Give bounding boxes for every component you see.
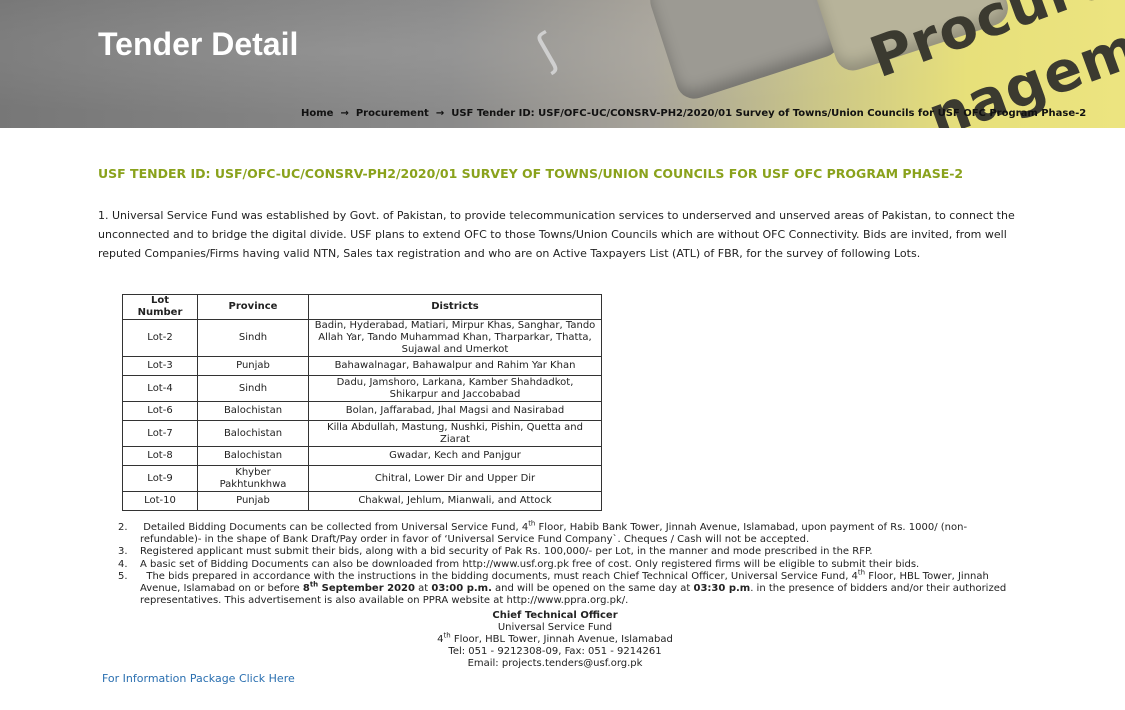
province-cell: Balochistan bbox=[197, 420, 309, 447]
information-package-link[interactable]: For Information Package Click Here bbox=[102, 672, 295, 685]
lots-table: Lot Number Province Districts Lot-2 Sind… bbox=[122, 294, 602, 511]
signature-address: 4th Floor, HBL Tower, Jinnah Avenue, Isl… bbox=[400, 631, 710, 646]
point-text: Registered applicant must submit their b… bbox=[140, 546, 873, 558]
point-text-part: and will be opened on the same day at bbox=[491, 583, 694, 595]
breadcrumb-arrow-icon: → bbox=[435, 108, 445, 119]
province-cell: Balochistan bbox=[197, 401, 309, 421]
point-4: 4. A basic set of Bidding Documents can … bbox=[118, 559, 1012, 571]
districts-cell: Bolan, Jaffarabad, Jhal Magsi and Nasira… bbox=[308, 401, 602, 421]
province-cell: Punjab bbox=[197, 356, 309, 376]
address-part: Floor, HBL Tower, Jinnah Avenue, Islamab… bbox=[450, 634, 673, 645]
lot-cell: Lot-4 bbox=[122, 375, 198, 402]
hero-banner: ʃ Procureme nagem Tender Detail Home → Pro… bbox=[0, 0, 1125, 128]
table-row: Lot-6 Balochistan Bolan, Jaffarabad, Jha… bbox=[122, 401, 602, 421]
table-row: Lot-10 Punjab Chakwal, Jehlum, Mianwali,… bbox=[122, 491, 602, 511]
point-text-part: at bbox=[414, 583, 432, 595]
point-text: Detailed Bidding Documents can be collec… bbox=[140, 520, 1012, 546]
header-lot-number: Lot Number bbox=[122, 294, 198, 320]
table-row: Lot-3 Punjab Bahawalnagar, Bahawalpur an… bbox=[122, 356, 602, 376]
point-text-part: Detailed Bidding Documents can be collec… bbox=[143, 522, 529, 533]
districts-cell: Dadu, Jamshoro, Larkana, Kamber Shahdadk… bbox=[308, 375, 602, 402]
superscript: th bbox=[443, 631, 451, 640]
signature-title: Chief Technical Officer bbox=[492, 610, 618, 621]
table-row: Lot-8 Balochistan Gwadar, Kech and Panjg… bbox=[122, 446, 602, 466]
tender-points: 2. Detailed Bidding Documents can be col… bbox=[118, 520, 1012, 608]
point-2: 2. Detailed Bidding Documents can be col… bbox=[118, 520, 1012, 546]
point-number: 3. bbox=[118, 546, 128, 558]
point-number: 2. bbox=[118, 522, 128, 533]
districts-cell: Killa Abdullah, Mastung, Nushki, Pishin,… bbox=[308, 420, 602, 447]
page-title: Tender Detail bbox=[98, 26, 299, 62]
lot-cell: Lot-6 bbox=[122, 401, 198, 421]
table-row: Lot-2 Sindh Badin, Hyderabad, Matiari, M… bbox=[122, 319, 602, 357]
opening-time: 03:30 p.m bbox=[693, 583, 751, 595]
superscript: th bbox=[309, 580, 319, 589]
tender-heading: USF TENDER ID: USF/OFC-UC/CONSRV-PH2/202… bbox=[98, 166, 964, 181]
province-cell: Sindh bbox=[197, 319, 309, 357]
signature-phone: Tel: 051 - 9212308-09, Fax: 051 - 921426… bbox=[448, 646, 662, 657]
breadcrumb-home-link[interactable]: Home bbox=[301, 108, 333, 119]
table-header-row: Lot Number Province Districts bbox=[122, 294, 602, 320]
point-3: 3. Registered applicant must submit thei… bbox=[118, 546, 1012, 558]
breadcrumb-current: USF Tender ID: USF/OFC-UC/CONSRV-PH2/202… bbox=[451, 108, 1087, 119]
tender-intro: 1. Universal Service Fund was establishe… bbox=[98, 209, 1015, 260]
lot-cell: Lot-2 bbox=[122, 319, 198, 357]
table-row: Lot-4 Sindh Dadu, Jamshoro, Larkana, Kam… bbox=[122, 375, 602, 402]
header-province: Province bbox=[197, 294, 309, 320]
province-cell: Balochistan bbox=[197, 446, 309, 466]
point-text: The bids prepared in accordance with the… bbox=[140, 569, 1012, 608]
point-5: 5. The bids prepared in accordance with … bbox=[118, 569, 1012, 608]
breadcrumb: Home → Procurement → USF Tender ID: USF/OFC-… bbox=[301, 108, 1086, 119]
lot-cell: Lot-3 bbox=[122, 356, 198, 376]
signature-block: Chief Technical Officer Universal Servic… bbox=[400, 610, 710, 670]
deadline-time: 03:00 p.m. bbox=[431, 583, 492, 595]
date-month-year: September 2020 bbox=[318, 583, 415, 595]
districts-cell: Chakwal, Jehlum, Mianwali, and Attock bbox=[308, 491, 602, 511]
signature-email: Email: projects.tenders@usf.org.pk bbox=[467, 658, 643, 669]
point-text-part: The bids prepared in accordance with the… bbox=[146, 570, 858, 582]
districts-cell: Badin, Hyderabad, Matiari, Mirpur Khas, … bbox=[308, 319, 602, 357]
table-row: Lot-9 Khyber Pakhtunkhwa Chitral, Lower … bbox=[122, 465, 602, 492]
districts-cell: Chitral, Lower Dir and Upper Dir bbox=[308, 465, 602, 492]
lot-cell: Lot-10 bbox=[122, 491, 198, 511]
province-cell: Punjab bbox=[197, 491, 309, 511]
lot-cell: Lot-7 bbox=[122, 420, 198, 447]
point-number: 4. bbox=[118, 558, 128, 570]
districts-cell: Bahawalnagar, Bahawalpur and Rahim Yar K… bbox=[308, 356, 602, 376]
breadcrumb-arrow-icon: → bbox=[340, 108, 349, 119]
province-cell: Sindh bbox=[197, 375, 309, 402]
breadcrumb-procurement-link[interactable]: Procurement bbox=[356, 108, 429, 119]
table-row: Lot-7 Balochistan Killa Abdullah, Mastun… bbox=[122, 420, 602, 447]
lot-cell: Lot-9 bbox=[122, 465, 198, 492]
date-day: 8 bbox=[302, 583, 310, 595]
deadline-date: 8th September 2020 bbox=[302, 580, 415, 595]
province-cell: Khyber Pakhtunkhwa bbox=[197, 465, 309, 492]
header-districts: Districts bbox=[308, 294, 602, 320]
point-text: A basic set of Bidding Documents can als… bbox=[140, 558, 920, 570]
point-number: 5. bbox=[118, 570, 128, 582]
districts-cell: Gwadar, Kech and Panjgur bbox=[308, 446, 602, 466]
lot-cell: Lot-8 bbox=[122, 446, 198, 466]
